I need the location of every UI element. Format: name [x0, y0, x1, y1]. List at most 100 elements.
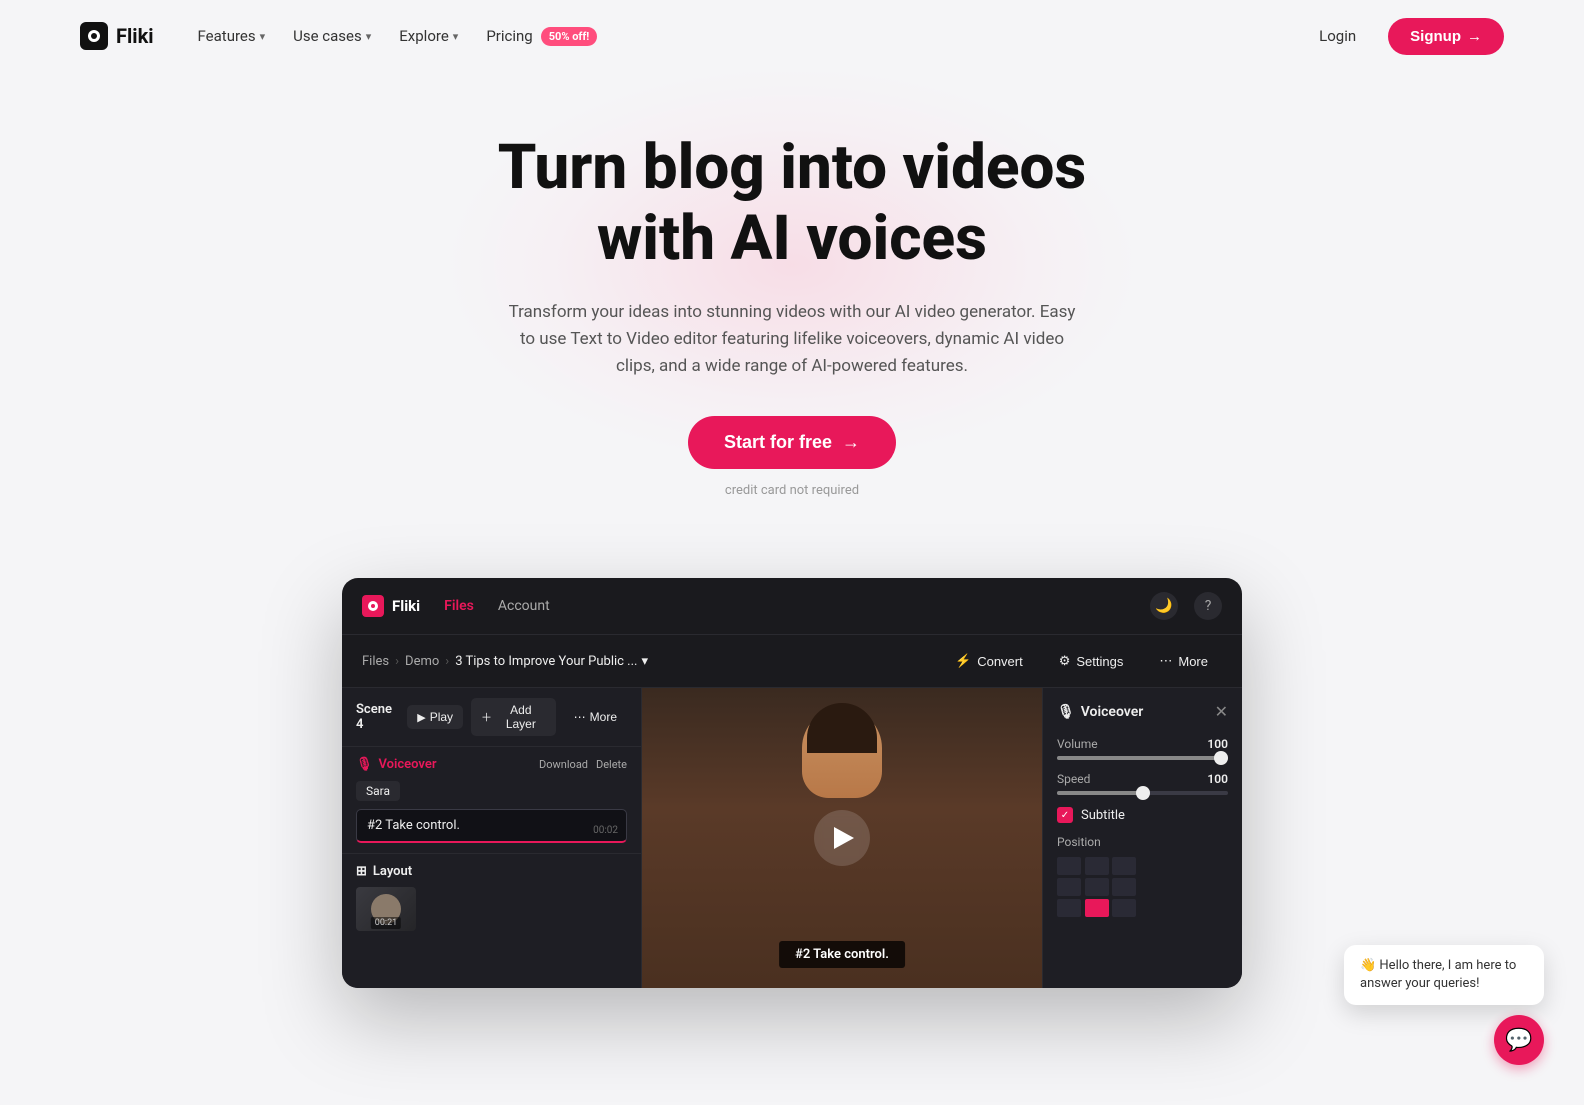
convert-icon: ⚡	[955, 653, 971, 669]
main-navbar: Fliki Features ▾ Use cases ▾ Explore ▾ P…	[0, 0, 1584, 72]
person-figure	[802, 708, 882, 798]
download-action[interactable]: Download	[539, 758, 588, 771]
features-chevron-icon: ▾	[260, 30, 266, 43]
pos-cell-mr[interactable]	[1112, 878, 1136, 896]
app-preview: Fliki Files Account 🌙 ? Files › Demo › 3…	[342, 578, 1242, 988]
nav-pricing[interactable]: Pricing 50% off!	[474, 19, 609, 54]
hero-subtitle: Transform your ideas into stunning video…	[502, 299, 1082, 381]
vo-timestamp: 00:02	[593, 825, 618, 836]
scene-more-button[interactable]: ⋯ More	[564, 705, 627, 729]
breadcrumb-demo[interactable]: Demo	[405, 654, 439, 669]
breadcrumb: Files › Demo › 3 Tips to Improve Your Pu…	[362, 654, 648, 669]
layout-grid-icon: ⊞	[356, 864, 367, 879]
play-overlay-button[interactable]	[814, 810, 870, 866]
breadcrumb-files[interactable]: Files	[362, 654, 389, 669]
breadcrumb-sep-2: ›	[445, 654, 449, 669]
convert-button[interactable]: ⚡ Convert	[941, 647, 1037, 675]
scene-header: Scene 4 ▶ Play ＋ Add Layer ⋯ More	[342, 688, 641, 747]
cta-arrow-icon: →	[842, 432, 860, 453]
app-logo[interactable]: Fliki	[362, 595, 420, 617]
pos-cell-br[interactable]	[1112, 899, 1136, 917]
pos-cell-tc[interactable]	[1085, 857, 1109, 875]
start-free-button[interactable]: Start for free →	[688, 416, 896, 469]
more-button[interactable]: ⋯ More	[1145, 647, 1222, 675]
app-navbar-right: 🌙 ?	[1150, 592, 1222, 620]
app-navbar: Fliki Files Account 🌙 ?	[342, 578, 1242, 635]
subtitle-label: Subtitle	[1081, 808, 1125, 823]
more-dots-icon: ⋯	[1159, 653, 1172, 669]
app-body: Scene 4 ▶ Play ＋ Add Layer ⋯ More	[342, 688, 1242, 988]
video-person: #2 Take control.	[642, 688, 1042, 988]
navbar-right: Login Signup →	[1303, 18, 1504, 55]
chat-open-button[interactable]: 💬	[1494, 1015, 1544, 1065]
play-triangle-icon	[834, 827, 854, 849]
speed-label-row: Speed 100	[1057, 772, 1228, 786]
layout-thumbnail[interactable]: 00:21	[356, 887, 416, 931]
nav-use-cases[interactable]: Use cases ▾	[281, 19, 383, 53]
vo-text-box[interactable]: #2 Take control. 00:02	[356, 809, 627, 843]
delete-action[interactable]: Delete	[596, 758, 627, 771]
volume-slider[interactable]	[1057, 756, 1228, 760]
signup-arrow-icon: →	[1467, 28, 1482, 45]
pos-cell-tl[interactable]	[1057, 857, 1081, 875]
login-button[interactable]: Login	[1303, 19, 1372, 53]
nav-explore[interactable]: Explore ▾	[387, 19, 470, 53]
help-button[interactable]: ?	[1194, 592, 1222, 620]
add-layer-button[interactable]: ＋ Add Layer	[471, 698, 556, 736]
breadcrumb-actions: ⚡ Convert ⚙ Settings ⋯ More	[941, 647, 1222, 675]
voiceover-section: 🎙 Voiceover Download Delete Sara #2 Take…	[342, 747, 641, 854]
layout-header: ⊞ Layout	[356, 864, 627, 879]
pos-cell-bc[interactable]	[1085, 899, 1109, 917]
pos-cell-mc[interactable]	[1085, 878, 1109, 896]
breadcrumb-bar: Files › Demo › 3 Tips to Improve Your Pu…	[342, 635, 1242, 688]
speed-slider[interactable]	[1057, 791, 1228, 795]
chat-widget: 👋 Hello there, I am here to answer your …	[1344, 945, 1544, 1065]
signup-button[interactable]: Signup →	[1388, 18, 1504, 55]
hero-heading: Turn blog into videos with AI voices	[442, 132, 1142, 275]
volume-fill	[1057, 756, 1228, 760]
pos-cell-bl[interactable]	[1057, 899, 1081, 917]
center-panel: #2 Take control.	[642, 688, 1042, 988]
use-cases-chevron-icon: ▾	[366, 30, 372, 43]
app-nav-account[interactable]: Account	[498, 598, 550, 614]
breadcrumb-chevron-icon: ▾	[641, 654, 648, 669]
breadcrumb-current: 3 Tips to Improve Your Public ... ▾	[455, 654, 648, 669]
nav-links: Features ▾ Use cases ▾ Explore ▾ Pricing…	[186, 19, 610, 54]
nav-features[interactable]: Features ▾	[186, 19, 278, 53]
video-caption: #2 Take control.	[779, 941, 905, 968]
add-layer-icon: ＋	[481, 709, 492, 725]
subtitle-checkbox[interactable]: ✓	[1057, 807, 1073, 823]
right-panel: 🎙 Voiceover ✕ Volume 100 Speed	[1042, 688, 1242, 988]
logo-icon	[80, 22, 108, 50]
sara-tag[interactable]: Sara	[356, 781, 400, 801]
volume-label-row: Volume 100	[1057, 737, 1228, 751]
app-nav-files[interactable]: Files	[444, 598, 474, 614]
speed-thumb[interactable]	[1136, 786, 1150, 800]
thumb-timestamp: 00:21	[371, 917, 401, 929]
settings-button[interactable]: ⚙ Settings	[1045, 647, 1138, 675]
volume-setting: Volume 100	[1057, 737, 1228, 760]
credit-note: credit card not required	[20, 483, 1564, 498]
scene-more-dots-icon: ⋯	[574, 710, 586, 724]
left-panel: Scene 4 ▶ Play ＋ Add Layer ⋯ More	[342, 688, 642, 988]
logo-text: Fliki	[116, 24, 154, 48]
breadcrumb-sep-1: ›	[395, 654, 399, 669]
voiceover-title: 🎙 Voiceover	[356, 757, 437, 772]
video-frame: #2 Take control.	[642, 688, 1042, 988]
logo[interactable]: Fliki	[80, 22, 154, 50]
play-icon: ▶	[417, 711, 425, 724]
right-panel-header: 🎙 Voiceover ✕	[1057, 702, 1228, 721]
pos-cell-tr[interactable]	[1112, 857, 1136, 875]
voiceover-header: 🎙 Voiceover Download Delete	[356, 757, 627, 772]
right-panel-close-button[interactable]: ✕	[1215, 702, 1228, 721]
pos-cell-ml[interactable]	[1057, 878, 1081, 896]
person-hair	[807, 703, 877, 753]
volume-thumb[interactable]	[1214, 751, 1228, 765]
position-grid	[1057, 857, 1137, 917]
hero-section: Turn blog into videos with AI voices Tra…	[0, 72, 1584, 538]
play-button[interactable]: ▶ Play	[407, 705, 463, 729]
position-label: Position	[1057, 835, 1228, 849]
right-panel-mic-icon: 🎙	[1057, 704, 1075, 720]
scene-label: Scene 4	[356, 702, 399, 732]
dark-mode-button[interactable]: 🌙	[1150, 592, 1178, 620]
